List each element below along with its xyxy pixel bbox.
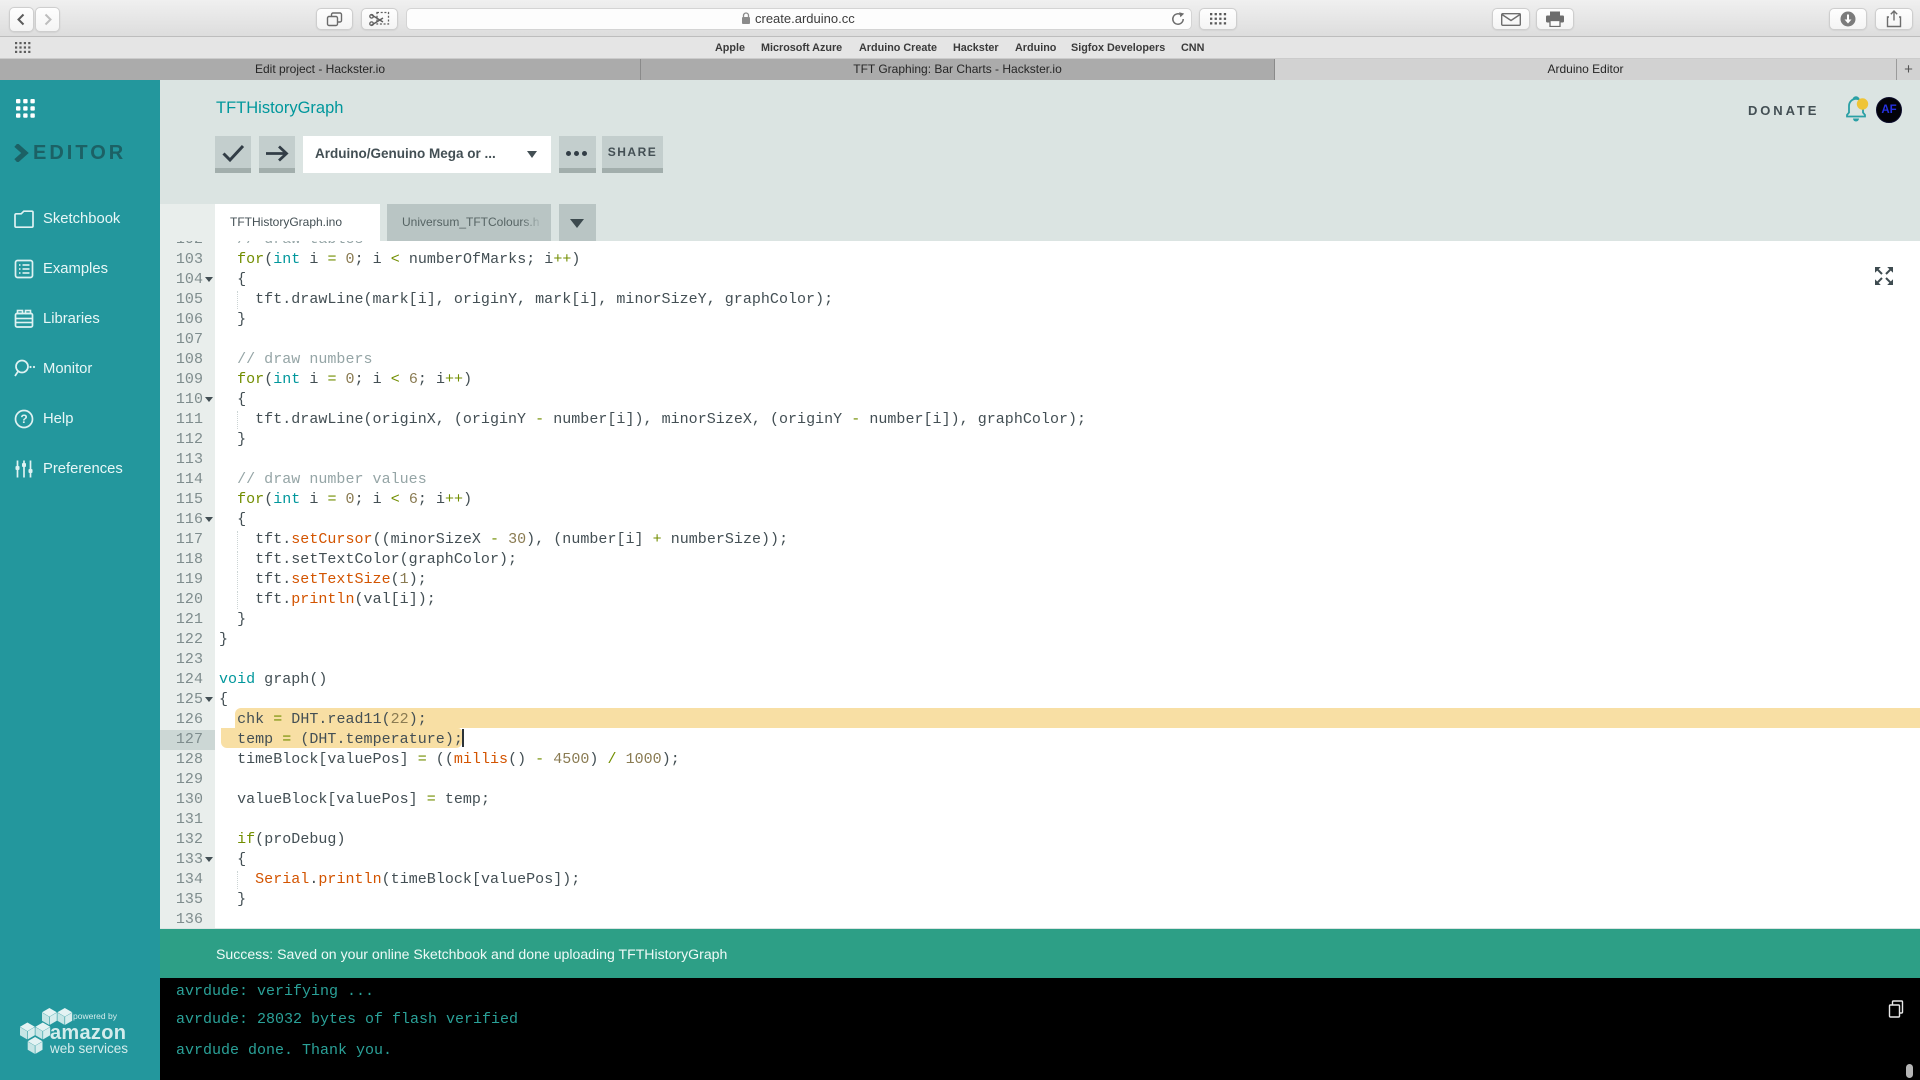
svg-text:?: ? <box>20 412 27 426</box>
svg-text:web services: web services <box>49 1041 128 1056</box>
svg-text:powered by: powered by <box>73 1011 118 1021</box>
